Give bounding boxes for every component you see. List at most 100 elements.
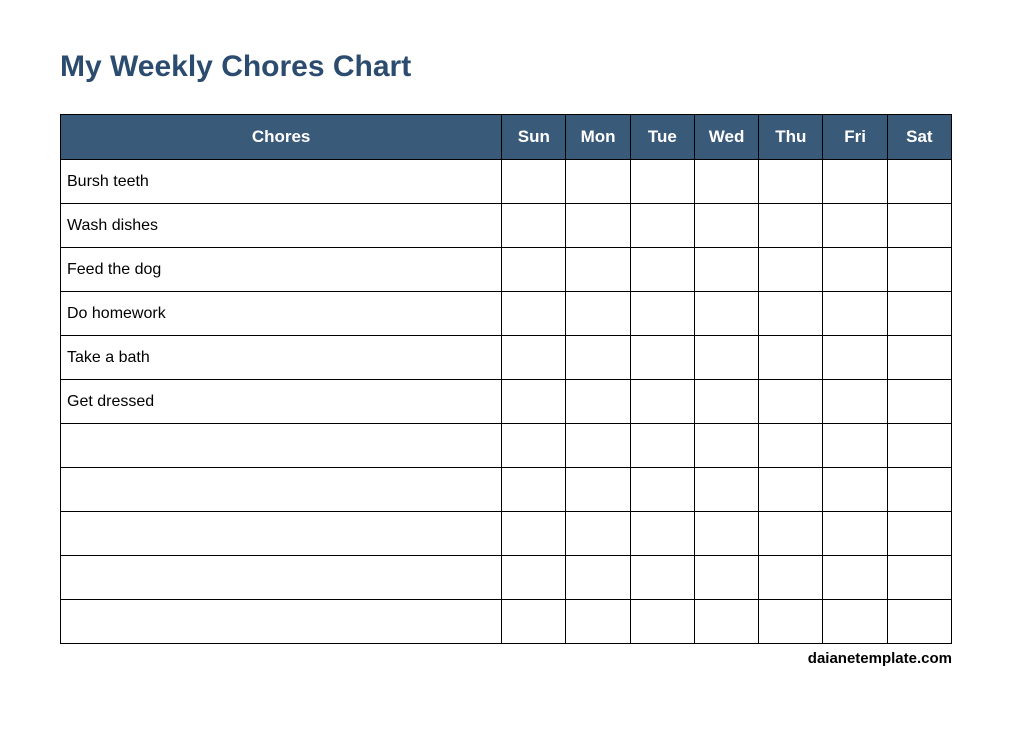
table-row: Do homework (61, 292, 952, 336)
chore-label: Wash dishes (61, 204, 502, 248)
chore-label: Feed the dog (61, 248, 502, 292)
chore-cell[interactable] (502, 424, 566, 468)
chore-cell[interactable] (502, 380, 566, 424)
chore-cell[interactable] (566, 468, 630, 512)
chore-cell[interactable] (694, 204, 758, 248)
chore-cell[interactable] (694, 512, 758, 556)
table-header-row: Chores Sun Mon Tue Wed Thu Fri Sat (61, 115, 952, 160)
chore-cell[interactable] (694, 248, 758, 292)
chore-cell[interactable] (823, 468, 887, 512)
chore-cell[interactable] (630, 248, 694, 292)
chore-cell[interactable] (823, 248, 887, 292)
chore-cell[interactable] (502, 556, 566, 600)
chore-cell[interactable] (630, 380, 694, 424)
chore-label[interactable] (61, 512, 502, 556)
chore-cell[interactable] (823, 292, 887, 336)
chore-cell[interactable] (630, 468, 694, 512)
chore-cell[interactable] (630, 556, 694, 600)
chore-cell[interactable] (630, 160, 694, 204)
chore-cell[interactable] (502, 204, 566, 248)
chore-cell[interactable] (694, 556, 758, 600)
chore-cell[interactable] (759, 336, 823, 380)
chore-cell[interactable] (887, 512, 951, 556)
chore-cell[interactable] (759, 600, 823, 644)
chore-cell[interactable] (759, 468, 823, 512)
chore-cell[interactable] (823, 204, 887, 248)
chore-cell[interactable] (566, 292, 630, 336)
chore-cell[interactable] (759, 512, 823, 556)
chore-cell[interactable] (566, 556, 630, 600)
chore-label[interactable] (61, 468, 502, 512)
chore-cell[interactable] (887, 204, 951, 248)
chore-cell[interactable] (887, 248, 951, 292)
page-title: My Weekly Chores Chart (60, 50, 952, 84)
table-row: Wash dishes (61, 204, 952, 248)
chore-cell[interactable] (566, 512, 630, 556)
chore-cell[interactable] (694, 600, 758, 644)
chore-cell[interactable] (887, 468, 951, 512)
chore-label: Do homework (61, 292, 502, 336)
chore-cell[interactable] (823, 556, 887, 600)
chore-label[interactable] (61, 424, 502, 468)
header-day-fri: Fri (823, 115, 887, 160)
chore-cell[interactable] (823, 600, 887, 644)
chore-cell[interactable] (566, 336, 630, 380)
chore-cell[interactable] (759, 204, 823, 248)
chore-cell[interactable] (502, 292, 566, 336)
table-row: Bursh teeth (61, 160, 952, 204)
chore-cell[interactable] (566, 160, 630, 204)
chore-cell[interactable] (502, 468, 566, 512)
footer-credit: daianetemplate.com (60, 650, 952, 667)
chore-cell[interactable] (630, 204, 694, 248)
chore-cell[interactable] (887, 160, 951, 204)
chore-label[interactable] (61, 556, 502, 600)
chore-cell[interactable] (566, 248, 630, 292)
chore-cell[interactable] (566, 424, 630, 468)
chore-cell[interactable] (759, 424, 823, 468)
chore-cell[interactable] (823, 336, 887, 380)
chore-cell[interactable] (694, 380, 758, 424)
chore-label[interactable] (61, 600, 502, 644)
chore-cell[interactable] (694, 468, 758, 512)
chore-cell[interactable] (502, 512, 566, 556)
chore-cell[interactable] (694, 292, 758, 336)
chore-cell[interactable] (887, 556, 951, 600)
chore-cell[interactable] (887, 336, 951, 380)
table-body: Bursh teeth Wash dishes Feed the dog (61, 160, 952, 644)
chore-cell[interactable] (759, 292, 823, 336)
table-row (61, 512, 952, 556)
chore-cell[interactable] (630, 424, 694, 468)
chore-cell[interactable] (823, 160, 887, 204)
table-row (61, 600, 952, 644)
chore-cell[interactable] (759, 556, 823, 600)
chore-cell[interactable] (759, 160, 823, 204)
table-row (61, 468, 952, 512)
chore-cell[interactable] (630, 512, 694, 556)
chore-cell[interactable] (887, 600, 951, 644)
chore-cell[interactable] (887, 292, 951, 336)
chore-cell[interactable] (502, 336, 566, 380)
chore-cell[interactable] (566, 204, 630, 248)
chore-cell[interactable] (502, 600, 566, 644)
chore-cell[interactable] (823, 380, 887, 424)
chore-cell[interactable] (566, 600, 630, 644)
chore-cell[interactable] (630, 292, 694, 336)
chore-cell[interactable] (630, 600, 694, 644)
chore-cell[interactable] (823, 512, 887, 556)
chore-cell[interactable] (502, 160, 566, 204)
chore-cell[interactable] (823, 424, 887, 468)
header-day-tue: Tue (630, 115, 694, 160)
chore-cell[interactable] (630, 336, 694, 380)
chore-cell[interactable] (566, 380, 630, 424)
chore-cell[interactable] (887, 424, 951, 468)
header-day-wed: Wed (694, 115, 758, 160)
chore-cell[interactable] (694, 160, 758, 204)
chore-cell[interactable] (759, 380, 823, 424)
chore-cell[interactable] (694, 336, 758, 380)
chore-cell[interactable] (887, 380, 951, 424)
chore-cell[interactable] (759, 248, 823, 292)
chore-cell[interactable] (502, 248, 566, 292)
chore-cell[interactable] (694, 424, 758, 468)
header-day-mon: Mon (566, 115, 630, 160)
header-day-sat: Sat (887, 115, 951, 160)
